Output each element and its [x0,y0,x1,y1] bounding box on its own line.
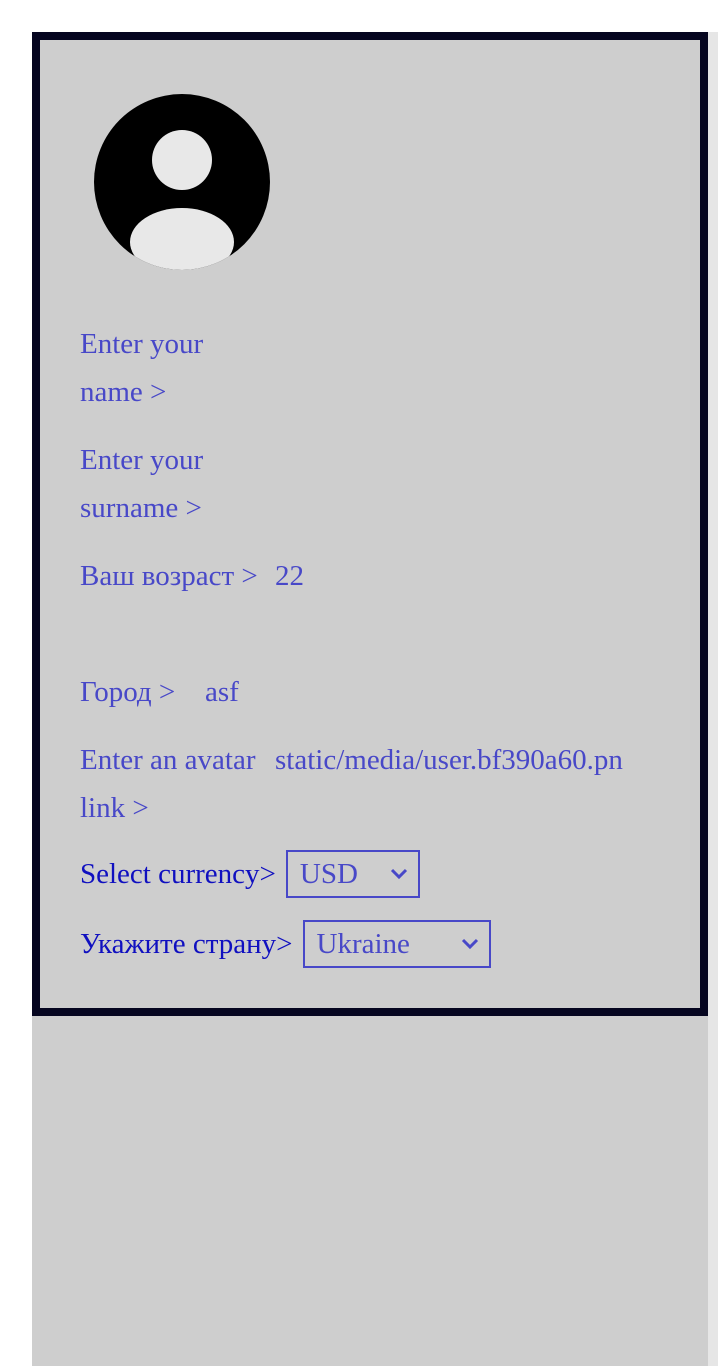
age-label: Ваш возраст > [80,560,258,592]
name-field[interactable]: Enter your name > [80,320,280,416]
name-label: Enter your name > [80,328,204,408]
city-label: Город > [80,676,176,708]
currency-row: Select currency> USD [80,850,420,898]
country-row: Укажите страну> Ukraine [80,920,491,968]
city-value[interactable]: asf [205,668,239,716]
age-field[interactable]: Ваш возраст > 22 [80,552,340,648]
chevron-down-icon [461,938,478,950]
chevron-down-icon [390,868,407,880]
country-label: Укажите страну> [80,928,293,960]
currency-select[interactable]: USD [285,850,420,898]
surname-label: Enter your surname > [80,444,204,524]
scroll-edge [708,32,718,1366]
profile-card: Enter your name > Enter your surname > В… [32,32,708,1016]
user-avatar-icon[interactable] [92,92,272,272]
currency-value: USD [299,858,358,890]
avatar-link-label: Enter an avatar link > [80,744,256,824]
currency-label: Select currency> [80,858,276,890]
avatar-link-value[interactable]: static/media/user.bf390a60.pn [275,736,623,784]
city-field[interactable]: Город > asf [80,668,340,716]
country-select[interactable]: Ukraine [302,920,491,968]
surname-field[interactable]: Enter your surname > [80,436,280,532]
country-value: Ukraine [316,928,410,960]
age-value[interactable]: 22 [275,552,304,600]
avatar-link-field[interactable]: Enter an avatar link > static/media/user… [80,736,700,832]
